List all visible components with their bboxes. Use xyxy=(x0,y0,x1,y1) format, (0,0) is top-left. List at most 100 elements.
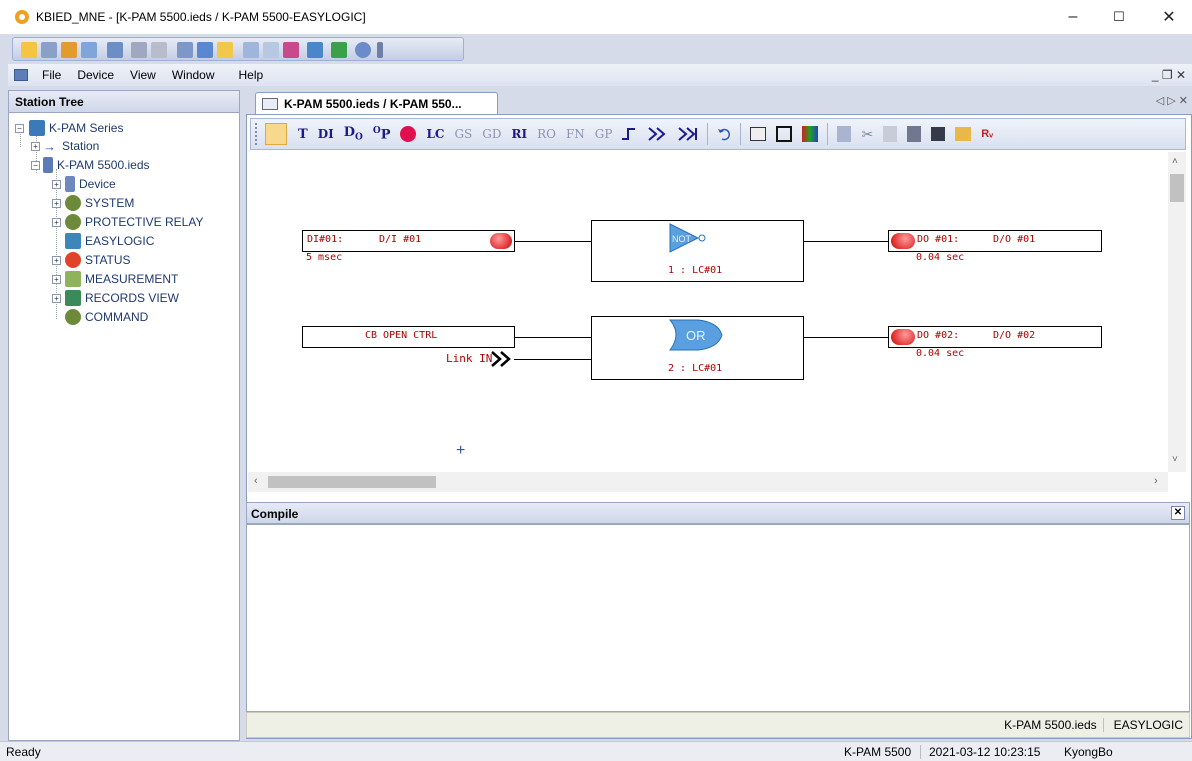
tree-item-easylogic[interactable]: EASYLOGIC xyxy=(65,232,154,250)
toolbar-overflow-icon[interactable] xyxy=(377,42,383,58)
close-button[interactable]: ✕ xyxy=(1146,0,1192,34)
select-tool-icon[interactable] xyxy=(265,123,287,145)
tree-item-series[interactable]: K-PAM Series xyxy=(29,119,123,137)
rect-icon[interactable] xyxy=(776,126,793,142)
setting-icon[interactable] xyxy=(217,42,233,58)
document-icon xyxy=(262,97,278,110)
expander-device[interactable]: + xyxy=(52,180,61,189)
tool-di[interactable]: DI xyxy=(318,127,334,141)
network-icon[interactable] xyxy=(81,42,97,58)
expander-records-view[interactable]: + xyxy=(52,294,61,303)
do-output-box-2[interactable]: DO #02: D/O #02 xyxy=(888,326,1102,348)
excel-icon[interactable] xyxy=(331,42,347,58)
tool-text[interactable]: T xyxy=(298,127,308,142)
help-icon[interactable] xyxy=(355,42,371,58)
property-icon[interactable] xyxy=(837,126,852,142)
vscroll-thumb[interactable] xyxy=(1170,174,1184,202)
mdi-controls[interactable]: _ ❐ ✕ xyxy=(1152,68,1186,82)
scroll-up-icon[interactable]: ˄ xyxy=(1172,156,1178,167)
scatter-icon[interactable] xyxy=(283,42,299,58)
tool-fn[interactable]: FN xyxy=(566,127,585,141)
tool-lc[interactable]: LC xyxy=(426,127,444,141)
compile-close-button[interactable]: ✕ xyxy=(1171,506,1185,520)
device-list-icon[interactable] xyxy=(107,42,123,58)
expander-series[interactable]: − xyxy=(15,124,24,133)
menu-device[interactable]: Device xyxy=(69,68,122,82)
tool-ro[interactable]: RO xyxy=(537,127,556,141)
save-doc-icon[interactable] xyxy=(931,127,946,141)
mdi-doc-icon[interactable] xyxy=(14,69,28,81)
scroll-left-icon[interactable]: ‹ xyxy=(254,475,258,487)
rx-icon[interactable]: Rᵥ xyxy=(981,128,993,140)
tab-controls[interactable]: ◁ ▷ ✕ xyxy=(1156,94,1188,107)
tool-op[interactable]: OP xyxy=(373,126,391,142)
tool-gd[interactable]: GD xyxy=(482,127,501,141)
minimize-button[interactable]: – xyxy=(1050,0,1096,34)
tool-ri[interactable]: RI xyxy=(512,127,528,141)
expander-measurement[interactable]: + xyxy=(52,275,61,284)
copy-icon[interactable] xyxy=(883,126,898,142)
tree-item-device[interactable]: Device xyxy=(65,175,116,193)
cb-open-ctrl-box[interactable]: CB OPEN CTRL xyxy=(302,326,515,348)
logic-canvas[interactable]: DI#01: D/I #01 5 msec NOT 1 : LC#01 DO #… xyxy=(248,152,1168,472)
print-icon[interactable] xyxy=(61,42,77,58)
expander-station[interactable]: + xyxy=(31,142,40,151)
compile-output[interactable] xyxy=(246,524,1190,712)
link-in-icon[interactable] xyxy=(647,126,669,142)
pulse-icon[interactable] xyxy=(621,126,639,142)
tool-do[interactable]: DO xyxy=(344,125,363,143)
menu-window[interactable]: Window xyxy=(164,68,223,82)
menu-file[interactable]: File xyxy=(34,68,69,82)
tree-item-station[interactable]: → Station xyxy=(43,137,99,155)
monitor-icon[interactable] xyxy=(197,42,213,58)
paste-icon[interactable] xyxy=(907,126,922,142)
scroll-down-icon[interactable]: ˅ xyxy=(1172,454,1178,465)
link-out-icon[interactable] xyxy=(677,126,699,142)
tree-item-command[interactable]: COMMAND xyxy=(65,308,148,326)
cut-icon[interactable]: ✂ xyxy=(861,126,873,143)
connect-icon[interactable] xyxy=(177,42,193,58)
open-doc-icon[interactable] xyxy=(955,127,972,141)
vertical-scrollbar[interactable]: ˄ ˅ xyxy=(1168,152,1186,472)
calendar-icon[interactable] xyxy=(750,127,767,141)
scroll-right-icon[interactable]: › xyxy=(1154,475,1158,487)
expander-ieds[interactable]: − xyxy=(31,161,40,170)
export-icon[interactable] xyxy=(307,42,323,58)
do-output-box-1[interactable]: DO #01: D/O #01 xyxy=(888,230,1102,252)
tree-item-status[interactable]: STATUS xyxy=(65,251,131,269)
logic-cell-2[interactable]: OR 2 : LC#01 xyxy=(591,316,804,380)
link-in-arrow-icon xyxy=(491,351,511,367)
horizontal-scrollbar[interactable]: ‹ › xyxy=(248,472,1168,492)
expander-system[interactable]: + xyxy=(52,199,61,208)
logic-cell-1[interactable]: NOT 1 : LC#01 xyxy=(591,220,804,282)
tree-item-measurement[interactable]: MEASUREMENT xyxy=(65,270,178,288)
tool-gp[interactable]: GP xyxy=(595,127,613,141)
hscroll-thumb[interactable] xyxy=(268,476,436,488)
menu-help[interactable]: Help xyxy=(231,68,272,82)
tree-item-system[interactable]: SYSTEM xyxy=(65,194,134,212)
expander-status[interactable]: + xyxy=(52,256,61,265)
upload-icon[interactable] xyxy=(131,42,147,58)
tool-gs[interactable]: GS xyxy=(454,127,472,141)
menu-view[interactable]: View xyxy=(122,68,164,82)
tree-item-ieds[interactable]: K-PAM 5500.ieds xyxy=(43,156,150,174)
di-id: DI#01: xyxy=(307,234,344,245)
undo-icon[interactable] xyxy=(716,126,732,142)
tree-item-records-view[interactable]: RECORDS VIEW xyxy=(65,289,179,307)
save-icon[interactable] xyxy=(41,42,57,58)
line-tool-icon[interactable] xyxy=(263,42,279,58)
series-icon xyxy=(29,120,45,136)
tab-document[interactable]: K-PAM 5500.ieds / K-PAM 550... xyxy=(255,92,498,114)
tree-item-protective-relay[interactable]: PROTECTIVE RELAY xyxy=(65,213,203,231)
color-icon[interactable] xyxy=(802,126,819,142)
di-input-box[interactable]: DI#01: D/I #01 xyxy=(302,230,515,252)
toolbar-strip xyxy=(12,37,464,61)
download-icon[interactable] xyxy=(151,42,167,58)
record-icon[interactable] xyxy=(400,126,417,142)
window-icon[interactable] xyxy=(243,42,259,58)
red-led-icon xyxy=(891,329,915,345)
expander-protective-relay[interactable]: + xyxy=(52,218,61,227)
status-user: KyongBo xyxy=(1064,744,1113,759)
maximize-button[interactable]: ☐ xyxy=(1096,0,1142,34)
open-icon[interactable] xyxy=(21,42,37,58)
